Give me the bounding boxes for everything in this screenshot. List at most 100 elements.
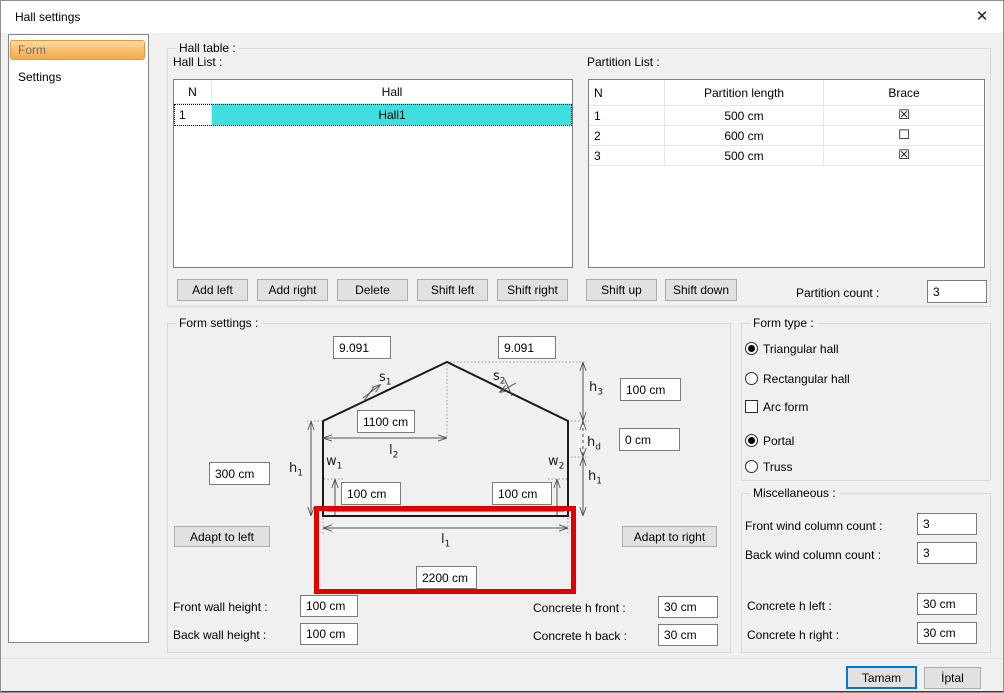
hall-table-group-label: Hall table :: [176, 41, 239, 55]
hall-list-header-n: N: [174, 80, 212, 104]
concrete-h-right-label: Concrete h right :: [747, 628, 839, 642]
checkbox-icon: [745, 400, 758, 413]
concrete-h-back-input[interactable]: 30 cm: [658, 624, 718, 646]
partition-count-input[interactable]: 3: [927, 280, 987, 303]
checkbox-arc-form[interactable]: Arc form: [745, 400, 758, 416]
concrete-h-front-input[interactable]: 30 cm: [658, 596, 718, 618]
shift-left-button[interactable]: Shift left: [417, 279, 488, 301]
hall-list-header-hall: Hall: [212, 80, 572, 104]
partition-list-table: N Partition length Brace 1 500 cm ☒ 2 60…: [588, 79, 985, 268]
form-settings-group-label: Form settings :: [176, 316, 261, 330]
hall-list-row[interactable]: 1 Hall1: [174, 104, 572, 126]
front-wind-column-count-label: Front wind column count :: [745, 519, 882, 533]
concrete-h-front-label: Concrete h front :: [533, 601, 626, 615]
radio-truss-label: Truss: [763, 460, 793, 474]
highlight-rectangle: [314, 506, 576, 594]
brace-checkbox-checked[interactable]: ☒: [824, 146, 984, 166]
partition-row[interactable]: 2 600 cm ☐: [589, 126, 984, 146]
partition-row[interactable]: 3 500 cm ☒: [589, 146, 984, 166]
w2-input[interactable]: 100 cm: [492, 482, 552, 505]
slope-right-input[interactable]: 9.091: [498, 336, 556, 359]
shift-up-button[interactable]: Shift up: [586, 279, 657, 301]
partition-cell-n: 1: [589, 106, 665, 126]
shift-down-button[interactable]: Shift down: [665, 279, 737, 301]
dim-label-h1-right: h1: [588, 469, 602, 487]
sidebar-item-settings[interactable]: Settings: [10, 68, 153, 86]
sidebar-item-settings-label: Settings: [18, 70, 61, 84]
radio-icon: [745, 342, 758, 355]
brace-checkbox-unchecked[interactable]: ☐: [824, 126, 984, 146]
ok-button[interactable]: Tamam: [846, 666, 917, 689]
miscellaneous-group-label: Miscellaneous :: [750, 486, 839, 500]
radio-rectangular-hall-label: Rectangular hall: [763, 372, 850, 386]
back-wind-column-count-input[interactable]: 3: [917, 542, 977, 564]
radio-triangular-hall-label: Triangular hall: [763, 342, 839, 356]
hall-list-cell-n[interactable]: 1: [174, 104, 212, 126]
partition-row[interactable]: 1 500 cm ☒: [589, 106, 984, 126]
dim-label-hd: hd: [587, 435, 601, 453]
dim-label-s2: s2: [493, 369, 506, 387]
dim-label-s1: s1: [379, 370, 392, 388]
sidebar-item-form-label: Form: [18, 43, 46, 57]
slope-left-input[interactable]: 9.091: [333, 336, 391, 359]
radio-truss[interactable]: Truss: [745, 460, 758, 476]
partition-cell-length: 500 cm: [665, 106, 824, 126]
radio-portal[interactable]: Portal: [745, 434, 758, 450]
hall-list-header-row: N Hall: [174, 80, 572, 104]
adapt-to-left-button[interactable]: Adapt to left: [174, 526, 270, 547]
dim-label-l2: l2: [389, 443, 398, 461]
dim-label-h3: h3: [589, 380, 603, 398]
radio-icon: [745, 372, 758, 385]
hall-settings-dialog: Hall settings ✕ Form Settings Hall table…: [0, 0, 1004, 693]
dim-label-h1-left: h1: [289, 461, 303, 479]
front-wall-height-label: Front wall height :: [173, 600, 268, 614]
back-wind-column-count-label: Back wind column count :: [745, 548, 881, 562]
l2-input[interactable]: 1100 cm: [357, 410, 415, 433]
back-wall-height-label: Back wall height :: [173, 628, 266, 642]
hall-list-table: N Hall 1 Hall1: [173, 79, 573, 268]
h3-input[interactable]: 100 cm: [620, 378, 681, 401]
form-type-group-label: Form type :: [750, 316, 817, 330]
concrete-h-left-label: Concrete h left :: [747, 599, 832, 613]
partition-cell-length: 600 cm: [665, 126, 824, 146]
adapt-to-right-button[interactable]: Adapt to right: [622, 526, 717, 547]
dim-label-w1: w1: [326, 454, 342, 472]
radio-rectangular-hall[interactable]: Rectangular hall: [745, 372, 758, 388]
partition-header-length: Partition length: [665, 80, 824, 106]
partition-cell-length: 500 cm: [665, 146, 824, 166]
w1-input[interactable]: 100 cm: [341, 482, 401, 505]
concrete-h-right-input[interactable]: 30 cm: [917, 622, 977, 644]
brace-checkbox-checked[interactable]: ☒: [824, 106, 984, 126]
shift-right-button[interactable]: Shift right: [497, 279, 568, 301]
front-wall-height-input[interactable]: 100 cm: [300, 595, 358, 617]
dim-label-w2: w2: [548, 454, 564, 472]
sidebar-item-form[interactable]: Form: [10, 40, 145, 60]
hd-input[interactable]: 0 cm: [619, 428, 680, 451]
radio-portal-label: Portal: [763, 434, 794, 448]
left-height-input[interactable]: 300 cm: [209, 462, 270, 485]
sidebar: Form Settings: [8, 34, 149, 643]
hall-list-label: Hall List :: [173, 55, 222, 69]
concrete-h-left-input[interactable]: 30 cm: [917, 593, 977, 615]
add-left-button[interactable]: Add left: [177, 279, 248, 301]
partition-header-n: N: [589, 80, 665, 106]
back-wall-height-input[interactable]: 100 cm: [300, 623, 358, 645]
partition-count-label: Partition count :: [796, 286, 879, 300]
title-bar: Hall settings ✕: [1, 1, 1003, 33]
close-icon[interactable]: ✕: [971, 7, 993, 27]
partition-list-label: Partition List :: [587, 55, 660, 69]
radio-triangular-hall[interactable]: Triangular hall: [745, 342, 758, 358]
dialog-title: Hall settings: [15, 10, 80, 24]
front-wind-column-count-input[interactable]: 3: [917, 513, 977, 535]
checkbox-arc-form-label: Arc form: [763, 400, 808, 414]
radio-icon: [745, 434, 758, 447]
radio-icon: [745, 460, 758, 473]
partition-header-row: N Partition length Brace: [589, 80, 984, 106]
partition-cell-n: 2: [589, 126, 665, 146]
partition-cell-n: 3: [589, 146, 665, 166]
hall-list-cell-hall[interactable]: Hall1: [212, 104, 572, 126]
delete-button[interactable]: Delete: [337, 279, 408, 301]
partition-header-brace: Brace: [824, 80, 984, 106]
add-right-button[interactable]: Add right: [257, 279, 328, 301]
cancel-button[interactable]: İptal: [924, 667, 981, 689]
